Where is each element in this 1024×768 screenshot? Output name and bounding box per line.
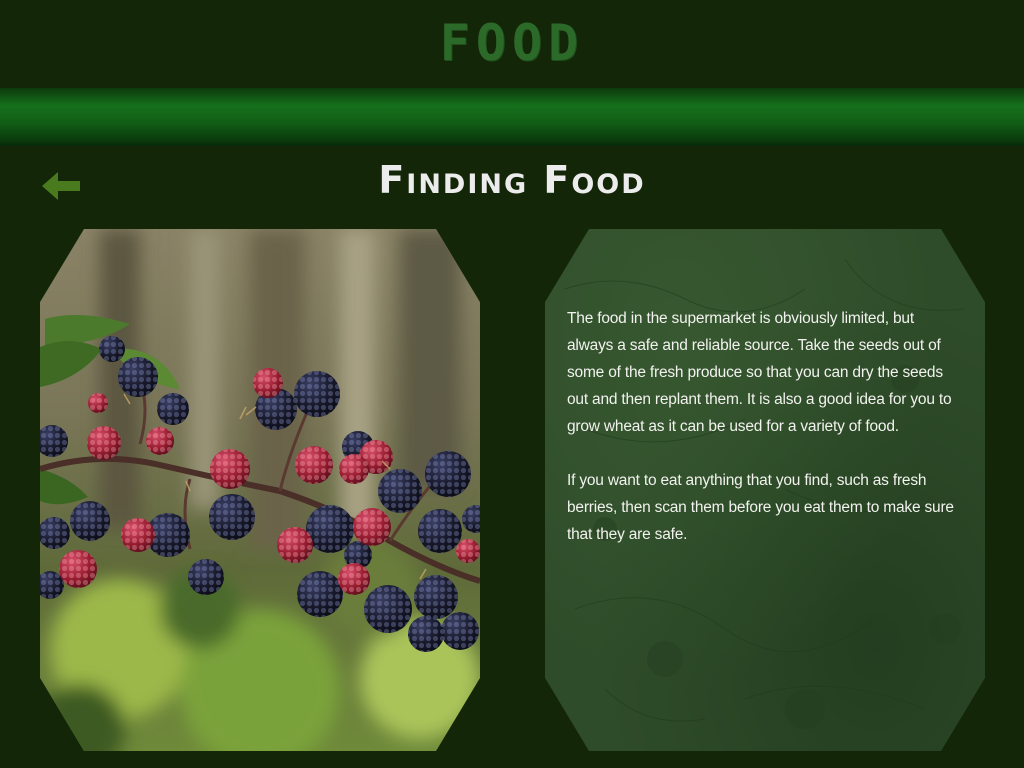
paragraph: The food in the supermarket is obviously… xyxy=(567,310,952,435)
body-text: The food in the supermarket is obviously… xyxy=(567,305,962,575)
paragraph: If you want to eat anything that you fin… xyxy=(567,472,954,543)
page-title: Finding Food xyxy=(378,158,646,202)
blackberries-photo xyxy=(40,229,480,751)
header-stripe xyxy=(0,88,1024,146)
app-title: FOOD xyxy=(439,14,585,72)
text-panel: The food in the supermarket is obviously… xyxy=(545,229,985,751)
